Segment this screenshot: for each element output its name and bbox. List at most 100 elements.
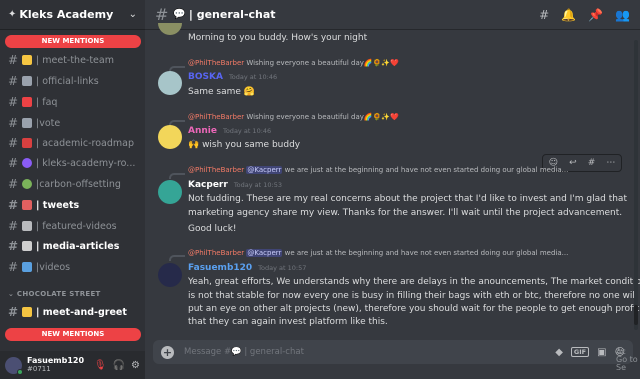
reply-preview[interactable]: @PhilTheBarber @Kacperr we are just at t… bbox=[188, 249, 568, 257]
message-author[interactable]: Kacperr Today at 10:53 bbox=[188, 180, 282, 190]
message-text: put an eye on other alt projects (new), … bbox=[188, 304, 640, 314]
channel-sidebar: ✦ Kleks Academy ⌄ NEW MENTIONS # | meet-… bbox=[0, 0, 145, 379]
user-info[interactable]: Fasuemb120 #0711 bbox=[27, 356, 88, 374]
category-label: CHOCOLATE STREET bbox=[16, 290, 101, 298]
reply-preview[interactable]: @PhilTheBarber Wishing everyone a beauti… bbox=[188, 59, 399, 67]
channel-label: | media-articles bbox=[36, 240, 120, 252]
members-icon[interactable]: 👥 bbox=[615, 8, 630, 22]
reply-icon[interactable]: ↩ bbox=[569, 158, 577, 168]
avatar[interactable] bbox=[158, 263, 182, 287]
scrollbar-thumb[interactable] bbox=[634, 305, 638, 325]
nitro-gift-icon[interactable]: ◆ bbox=[555, 347, 563, 358]
avatar[interactable] bbox=[158, 180, 182, 204]
message-timestamp: Today at 10:46 bbox=[222, 127, 272, 135]
channel-official-links[interactable]: # | official-links bbox=[8, 72, 140, 90]
server-header[interactable]: ✦ Kleks Academy ⌄ bbox=[0, 0, 145, 30]
hash-icon: # bbox=[155, 5, 169, 24]
channel-label: | academic-roadmap bbox=[36, 137, 134, 149]
message-text: Good luck! bbox=[188, 224, 237, 234]
channel-emoji-icon bbox=[22, 118, 32, 128]
message-timestamp: Today at 10:53 bbox=[233, 181, 283, 189]
reply-preview[interactable]: @PhilTheBarber Wishing everyone a beauti… bbox=[188, 113, 399, 121]
channel-label: | tweets bbox=[36, 199, 80, 211]
hash-icon: # bbox=[8, 305, 19, 319]
hash-icon: # bbox=[8, 239, 19, 253]
channel-academic-roadmap[interactable]: # | academic-roadmap bbox=[8, 134, 140, 152]
reply-text: we are just at the beginning and have no… bbox=[284, 166, 569, 174]
channel-label: |videos bbox=[36, 261, 71, 273]
user-panel: Fasuemb120 #0711 🎙 🎧 ⚙ bbox=[0, 351, 145, 379]
message-text: that they can again invest platform like… bbox=[188, 317, 388, 327]
hash-icon: # bbox=[8, 53, 19, 67]
channel-label: | kleks-academy-ro... bbox=[36, 157, 136, 169]
channel-emoji-icon bbox=[22, 76, 32, 86]
hash-icon: # bbox=[8, 156, 19, 170]
threads-icon[interactable]: # bbox=[539, 8, 549, 22]
gear-icon[interactable]: ⚙ bbox=[131, 360, 140, 371]
channel-label: | featured-videos bbox=[36, 220, 117, 232]
chat-scrollbar[interactable] bbox=[634, 40, 638, 330]
channel-label: | official-links bbox=[36, 75, 99, 87]
reply-preview[interactable]: @PhilTheBarber @Kacperr we are just at t… bbox=[188, 166, 568, 174]
message-author[interactable]: BOSKA Today at 10:46 bbox=[188, 72, 277, 82]
message-composer: + ◆ GIF ▣ ☺ bbox=[153, 340, 633, 364]
channel-emoji-icon bbox=[22, 55, 32, 65]
channel-tweets[interactable]: # | tweets bbox=[8, 196, 140, 214]
sticker-icon[interactable]: ▣ bbox=[597, 347, 606, 358]
new-mentions-pill-bottom[interactable]: NEW MENTIONS bbox=[5, 328, 141, 341]
author-name: Annie bbox=[188, 126, 217, 136]
channel-emoji-icon bbox=[22, 221, 32, 231]
reply-author: @PhilTheBarber bbox=[188, 113, 245, 121]
author-name: BOSKA bbox=[188, 72, 223, 82]
message-text: 🙌 wish you same buddy bbox=[188, 140, 301, 150]
message-input[interactable] bbox=[184, 347, 548, 357]
channel-videos[interactable]: # |videos bbox=[8, 258, 140, 276]
author-name: Kacperr bbox=[188, 180, 228, 190]
speech-bubble-icon: 💬 bbox=[173, 9, 186, 20]
hash-icon: # bbox=[8, 177, 19, 191]
username: Fasuemb120 bbox=[27, 356, 85, 365]
activate-windows-watermark: Ac Go to Se bbox=[616, 348, 640, 372]
channel-meet-and-greet[interactable]: # | meet-and-greet bbox=[8, 303, 140, 321]
channel-emoji-icon bbox=[22, 179, 32, 189]
user-tag: #0711 bbox=[27, 365, 51, 373]
gif-button[interactable]: GIF bbox=[570, 347, 590, 357]
thread-icon[interactable]: # bbox=[588, 158, 596, 168]
channel-media-articles[interactable]: # | media-articles bbox=[8, 237, 140, 255]
message-text: Morning to you buddy. How's your night bbox=[188, 33, 368, 43]
reply-text: we are just at the beginning and have no… bbox=[284, 249, 569, 257]
avatar[interactable] bbox=[158, 23, 182, 35]
hash-icon: # bbox=[8, 219, 19, 233]
channel-featured-videos[interactable]: # | featured-videos bbox=[8, 217, 140, 235]
message-text: is not that stable for now every one is … bbox=[188, 291, 638, 301]
avatar[interactable] bbox=[158, 71, 182, 95]
category-chocolate-street[interactable]: ⌄ CHOCOLATE STREET bbox=[8, 290, 101, 298]
hash-icon: # bbox=[8, 136, 19, 150]
hash-icon: # bbox=[8, 260, 19, 274]
channel-meet-the-team[interactable]: # | meet-the-team bbox=[8, 51, 140, 69]
author-name: Fasuemb120 bbox=[188, 263, 253, 273]
headphones-icon[interactable]: 🎧 bbox=[113, 360, 125, 371]
bell-icon[interactable]: 🔔 bbox=[561, 8, 576, 22]
watermark-line2: Go to Se bbox=[616, 355, 638, 372]
avatar[interactable] bbox=[158, 125, 182, 149]
more-icon[interactable]: ⋯ bbox=[606, 158, 615, 168]
hash-icon: # bbox=[8, 198, 19, 212]
reply-connector bbox=[169, 255, 185, 261]
reply-text: Wishing everyone a beautiful day🌈🌻✨❤️ bbox=[246, 59, 399, 67]
message-author[interactable]: Annie Today at 10:46 bbox=[188, 126, 271, 136]
message-author[interactable]: Fasuemb120 Today at 10:57 bbox=[188, 263, 306, 273]
mute-microphone-icon[interactable]: 🎙 bbox=[94, 360, 107, 371]
channel-label: |vote bbox=[36, 117, 61, 129]
new-mentions-pill-top[interactable]: NEW MENTIONS bbox=[5, 35, 141, 48]
channel-kleks-academy-ro[interactable]: # | kleks-academy-ro... bbox=[8, 154, 140, 172]
channel-vote[interactable]: # |vote bbox=[8, 114, 140, 132]
chevron-down-icon[interactable]: ⌄ bbox=[129, 9, 137, 20]
discord-app: ✦ Kleks Academy ⌄ NEW MENTIONS # | meet-… bbox=[0, 0, 640, 379]
avatar[interactable] bbox=[5, 356, 23, 375]
channel-emoji-icon bbox=[22, 158, 32, 168]
channel-faq[interactable]: # | faq bbox=[8, 93, 140, 111]
pin-icon[interactable]: 📌 bbox=[588, 8, 603, 22]
add-attachment-icon[interactable]: + bbox=[161, 345, 174, 359]
channel-carbon-offsetting[interactable]: # |carbon-offsetting bbox=[8, 175, 140, 193]
